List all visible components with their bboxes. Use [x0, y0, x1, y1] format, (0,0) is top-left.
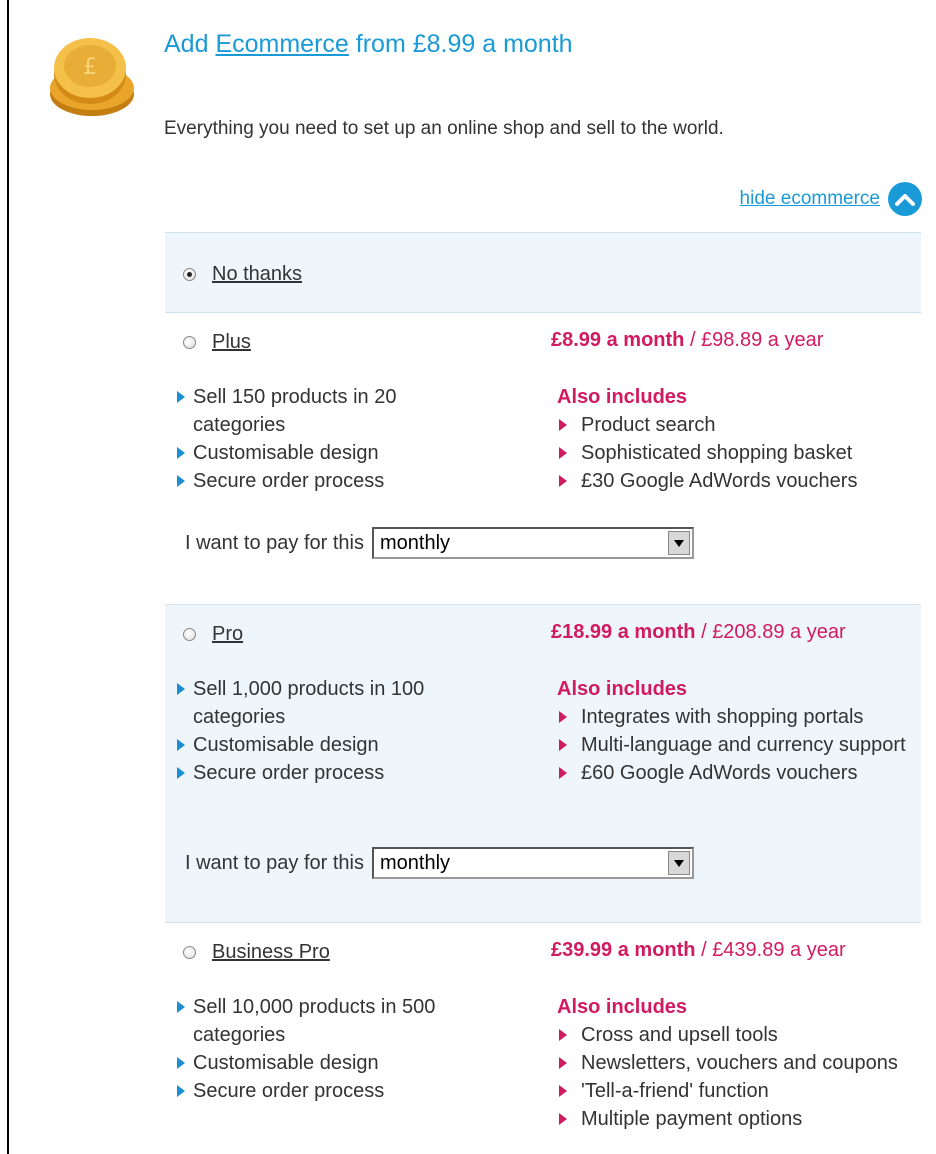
also-item: 'Tell-a-friend' function — [557, 1077, 917, 1105]
price-year: £98.89 a year — [701, 329, 824, 351]
also-includes: Also includes Cross and upsell tools New… — [557, 993, 917, 1133]
hide-ecommerce-toggle[interactable]: hide ecommerce — [740, 182, 922, 216]
pay-frequency-select[interactable]: monthly — [371, 847, 694, 879]
ecommerce-link[interactable]: Ecommerce — [215, 30, 348, 58]
also-item: Multi-language and currency support — [557, 731, 917, 759]
also-includes-title: Also includes — [557, 678, 688, 700]
select-value: monthly — [379, 851, 451, 874]
feature-item: Sell 1,000 products in 100 categories — [175, 675, 465, 731]
option-no-thanks: No thanks — [165, 232, 921, 312]
chevron-down-icon[interactable] — [667, 531, 690, 555]
price-year: £439.89 a year — [712, 939, 846, 961]
intro-text: Everything you need to set up an online … — [164, 118, 724, 139]
also-item: £30 Google AdWords vouchers — [557, 467, 917, 495]
option-pro: Pro £18.99 a month / £208.89 a year Sell… — [165, 604, 921, 922]
feature-item: Customisable design — [175, 731, 465, 759]
chevron-down-icon[interactable] — [667, 851, 690, 875]
also-item: Integrates with shopping portals — [557, 703, 917, 731]
feature-item: Secure order process — [175, 759, 465, 787]
feature-list: Sell 150 products in 20 categories Custo… — [175, 383, 465, 495]
radio-pro[interactable] — [183, 628, 196, 641]
pay-label: I want to pay for this — [185, 851, 364, 874]
option-label[interactable]: Pro — [212, 623, 243, 646]
radio-no-thanks[interactable] — [183, 268, 196, 281]
title-prefix: Add — [164, 30, 209, 58]
option-plus: Plus £8.99 a month / £98.89 a year Sell … — [165, 312, 921, 604]
svg-text:£: £ — [83, 55, 97, 80]
price-separator: / — [684, 329, 702, 351]
feature-list: Sell 1,000 products in 100 categories Cu… — [175, 675, 465, 787]
page-left-border — [7, 0, 9, 1154]
also-includes-title: Also includes — [557, 996, 688, 1018]
also-item: Cross and upsell tools — [557, 1021, 917, 1049]
pay-frequency-select[interactable]: monthly — [371, 527, 694, 559]
also-item: Sophisticated shopping basket — [557, 439, 917, 467]
price-separator: / — [695, 939, 713, 961]
price-month: £39.99 a month — [551, 939, 696, 961]
feature-item: Secure order process — [175, 467, 465, 495]
hide-ecommerce-link[interactable]: hide ecommerce — [740, 188, 880, 210]
page-title: Add Ecommerce from £8.99 a month — [164, 30, 573, 59]
price-month: £8.99 a month — [551, 329, 685, 351]
option-label[interactable]: Business Pro — [212, 941, 330, 964]
option-business-pro: Business Pro £39.99 a month / £439.89 a … — [165, 922, 921, 1154]
feature-item: Sell 150 products in 20 categories — [175, 383, 465, 439]
pound-coin-icon: £ — [50, 38, 134, 116]
feature-item: Customisable design — [175, 1049, 465, 1077]
feature-item: Customisable design — [175, 439, 465, 467]
also-includes-title: Also includes — [557, 386, 688, 408]
price: £8.99 a month / £98.89 a year — [551, 329, 823, 352]
also-item: Product search — [557, 411, 917, 439]
option-label[interactable]: Plus — [212, 331, 251, 354]
pay-label: I want to pay for this — [185, 531, 364, 554]
price-separator: / — [695, 621, 713, 643]
price-year: £208.89 a year — [712, 621, 846, 643]
pay-frequency-row: I want to pay for this monthly — [185, 527, 694, 559]
also-item: Newsletters, vouchers and coupons — [557, 1049, 917, 1077]
feature-item: Secure order process — [175, 1077, 465, 1105]
price-month: £18.99 a month — [551, 621, 696, 643]
feature-item: Sell 10,000 products in 500 categories — [175, 993, 465, 1049]
also-includes: Also includes Product search Sophisticat… — [557, 383, 917, 495]
price: £18.99 a month / £208.89 a year — [551, 621, 846, 644]
pay-frequency-row: I want to pay for this monthly — [185, 847, 694, 879]
price: £39.99 a month / £439.89 a year — [551, 939, 846, 962]
radio-plus[interactable] — [183, 336, 196, 349]
chevron-up-icon[interactable] — [888, 182, 922, 216]
also-includes: Also includes Integrates with shopping p… — [557, 675, 917, 787]
title-suffix: from £8.99 a month — [355, 30, 573, 58]
select-value: monthly — [379, 531, 451, 554]
feature-list: Sell 10,000 products in 500 categories C… — [175, 993, 465, 1105]
also-item: £60 Google AdWords vouchers — [557, 759, 917, 787]
option-label[interactable]: No thanks — [212, 263, 302, 286]
radio-business-pro[interactable] — [183, 946, 196, 959]
also-item: Multiple payment options — [557, 1105, 917, 1133]
